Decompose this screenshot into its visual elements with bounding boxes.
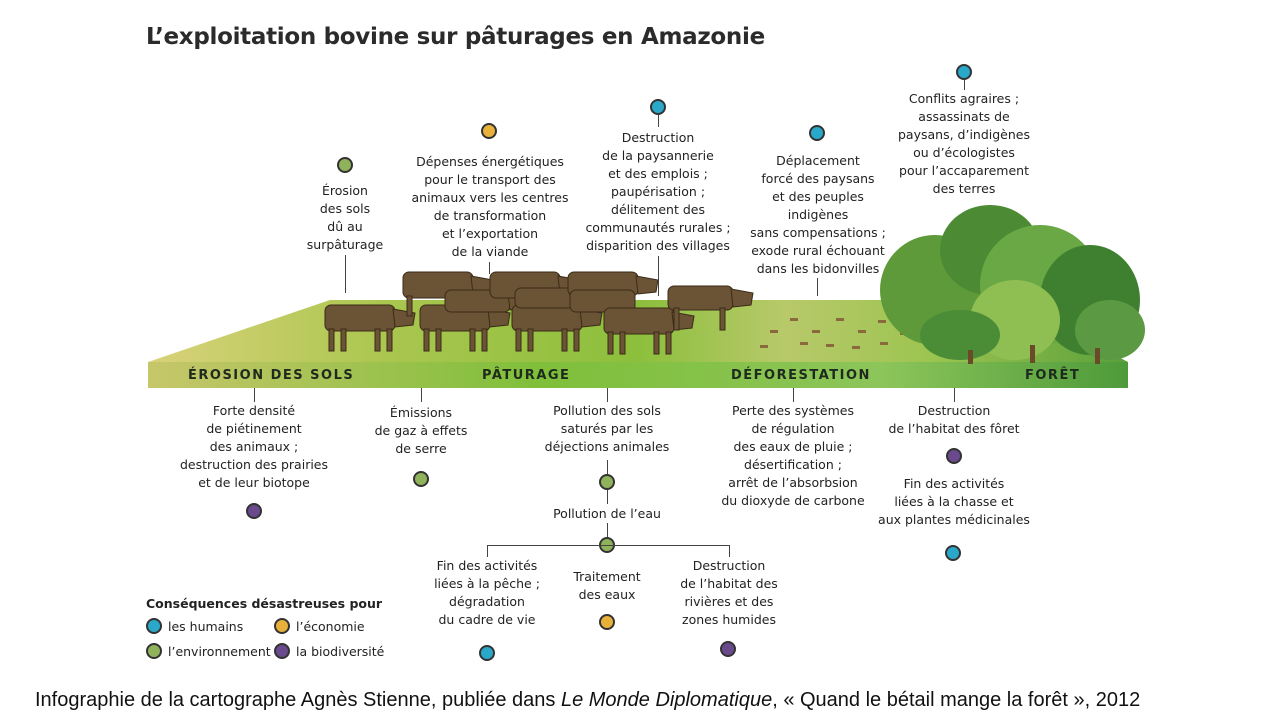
label-densite: Forte densité de piétinement des animaux… (179, 403, 329, 490)
connector-line (817, 278, 818, 296)
forest (880, 205, 1145, 364)
label-habitat-foret: Destruction de l’habitat des fôret (888, 403, 1020, 436)
caption-before: Infographie de la cartographe Agnès Stie… (35, 689, 561, 711)
band-label-foret: FORÊT (1025, 368, 1081, 383)
caption: Infographie de la cartographe Agnès Stie… (35, 689, 1140, 712)
connector-line (421, 388, 422, 402)
label-deplacement: Déplacement forcé des paysans et des peu… (750, 153, 886, 276)
dot-economie (481, 123, 497, 139)
caption-journal: Le Monde Diplomatique (560, 689, 773, 711)
legend-title: Conséquences désastreuses pour (146, 596, 383, 611)
legend-label-biodiversite: la biodiversité (296, 643, 385, 659)
dot-economie (599, 614, 615, 630)
connector-line (954, 388, 955, 402)
band-label-deforestation: DÉFORESTATION (731, 368, 871, 383)
dot-biodiversite (246, 503, 262, 519)
connector-line (658, 256, 659, 296)
dot-humains (945, 545, 961, 561)
connector-line (607, 460, 608, 474)
legend-dot-environnement (146, 643, 162, 659)
label-habitat-rivieres: Destruction de l’habitat des rivières et… (680, 558, 778, 627)
branch-line (487, 545, 729, 546)
connector-line (254, 388, 255, 402)
label-pollution-sols: Pollution des sols saturés par les déjec… (544, 403, 670, 454)
label-peche: Fin des activités liées à la pêche ; dég… (434, 558, 540, 627)
legend-label-economie: l’économie (296, 618, 365, 634)
legend-item-economie: l’économie (274, 618, 365, 634)
connector-line (607, 388, 608, 402)
label-erosion: Érosion des sols dû au surpâturage (306, 183, 384, 252)
label-regulation: Perte des systèmes de régulation des eau… (721, 403, 865, 508)
legend-item-humains: les humains (146, 618, 243, 634)
dot-humains (809, 125, 825, 141)
legend-dot-biodiversite (274, 643, 290, 659)
connector-line (964, 80, 965, 90)
connector-line (607, 490, 608, 504)
dot-humains (650, 99, 666, 115)
label-conflits: Conflits agraires ; assassinats de paysa… (897, 91, 1030, 196)
caption-after: , « Quand le bétail mange la forêt », 20… (772, 689, 1141, 711)
connector-line (345, 255, 346, 293)
connector-line (489, 262, 490, 274)
connector-line (729, 545, 730, 557)
dot-biodiversite (946, 448, 962, 464)
label-pollution-eau: Pollution de l’eau (553, 506, 661, 521)
legend-item-environnement: l’environnement (146, 643, 271, 659)
dot-humains (956, 64, 972, 80)
legend-item-biodiversite: la biodiversité (274, 643, 384, 659)
legend-dot-economie (274, 618, 290, 634)
dot-humains (479, 645, 495, 661)
dot-environnement (337, 157, 353, 173)
dot-biodiversite (720, 641, 736, 657)
label-emissions: Émissions de gaz à effets de serre (374, 405, 468, 456)
connector-line (793, 388, 794, 402)
connector-line (658, 115, 659, 127)
legend-label-environnement: l’environnement (168, 643, 271, 659)
label-chasse: Fin des activités liées à la chasse et a… (878, 476, 1030, 527)
label-destruction-paysannerie: Destruction de la paysannerie et des emp… (585, 130, 731, 253)
dot-environnement (413, 471, 429, 487)
legend-label-humains: les humains (168, 618, 244, 634)
band-label-erosion: ÉROSION DES SOLS (188, 368, 355, 383)
label-depenses: Dépenses énergétiques pour le transport … (411, 154, 569, 259)
band-label-paturage: PÂTURAGE (482, 368, 571, 383)
label-traitement: Traitement des eaux (573, 569, 641, 602)
dot-environnement (599, 474, 615, 490)
legend-dot-humains (146, 618, 162, 634)
connector-line (607, 523, 608, 537)
connector-line (487, 545, 488, 557)
